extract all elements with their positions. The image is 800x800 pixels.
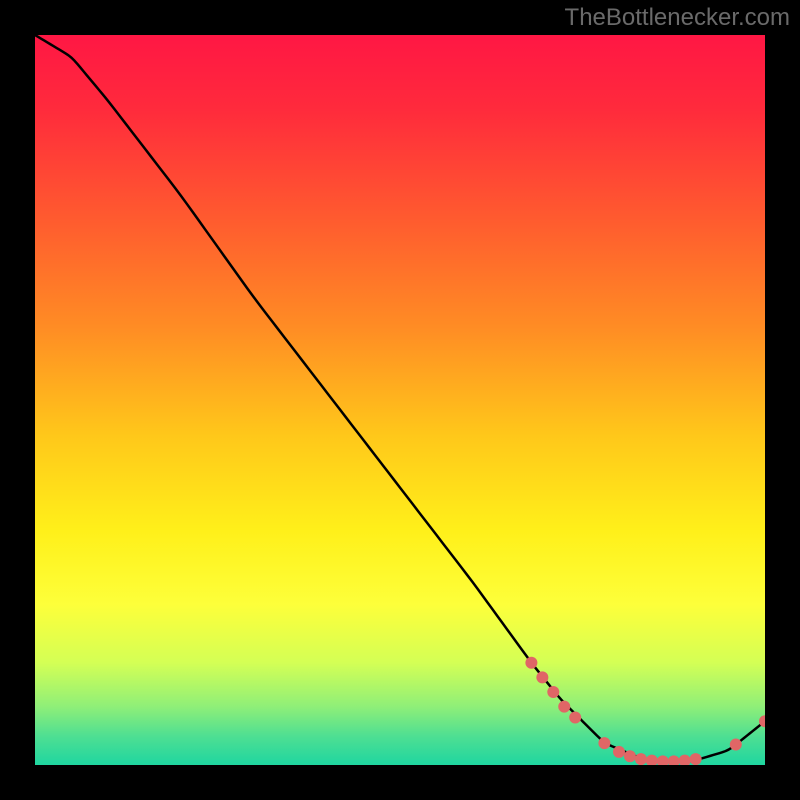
data-point [558, 701, 570, 713]
chart-container: TheBottlenecker.com [0, 0, 800, 800]
watermark-text: TheBottlenecker.com [565, 4, 790, 32]
data-point [730, 739, 742, 751]
data-point [547, 686, 559, 698]
data-point [569, 712, 581, 724]
data-point [613, 746, 625, 758]
data-point [690, 753, 702, 765]
data-point [598, 737, 610, 749]
data-point [635, 753, 647, 765]
data-point [536, 671, 548, 683]
chart-svg [35, 35, 765, 765]
data-point [525, 657, 537, 669]
gradient-background [35, 35, 765, 765]
data-point [624, 750, 636, 762]
plot-area [35, 35, 765, 765]
